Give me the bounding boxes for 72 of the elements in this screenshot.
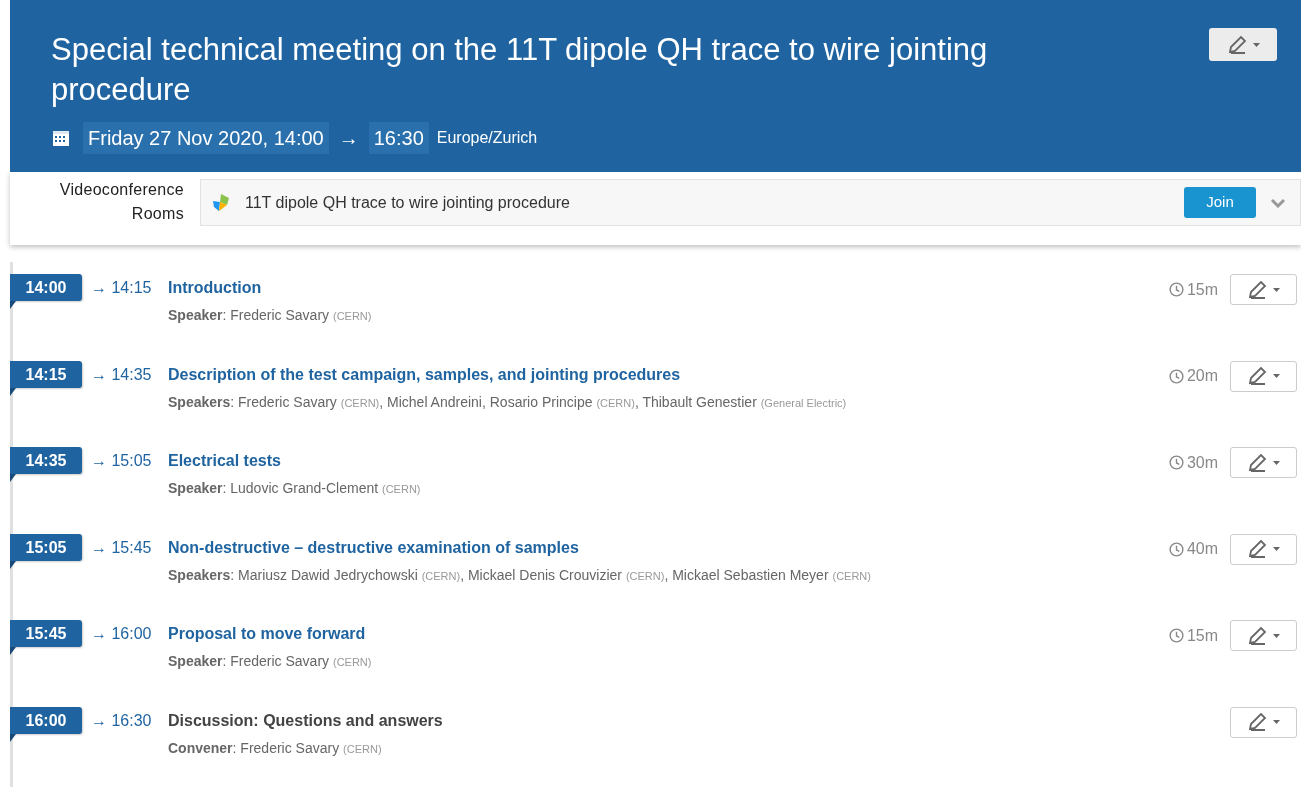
caret-icon [1273,374,1280,378]
start-time: 15:45 [10,620,82,647]
calendar-icon [51,128,71,148]
event-title: Special technical meeting on the 11T dipole QH trace to wire jointing procedure [51,31,989,109]
pencil-icon [1247,625,1269,646]
clock-icon [1168,541,1184,557]
clock-icon [1168,455,1184,470]
start-time: 14:15 [10,360,82,388]
duration-text: 15m [1186,279,1218,300]
speaker-line: Speaker: Frederic Savary (CERN) [168,652,373,671]
ribbon-tail-icon [10,474,16,482]
caret-icon [1273,720,1280,724]
end-time: → 15:05 [90,451,153,471]
clock-icon [1168,368,1184,384]
caret-icon [1252,42,1260,47]
ribbon-tail-icon [10,387,16,396]
duration-text: 15m [1186,625,1218,646]
pencil-icon [1226,34,1249,55]
duration-text: 40m [1186,539,1218,559]
edit-menu-button[interactable] [1230,533,1297,565]
caret-icon [1273,633,1280,638]
start-time: 16:00 [10,706,82,734]
pencil-icon [1247,279,1269,300]
pencil-icon [1247,452,1269,473]
end-time: 16:30 [368,122,429,154]
contribution-title-link[interactable]: Electrical tests [168,447,1169,474]
speaker-line: Speakers: Frederic Savary (CERN), Michel Andreini, Rosario Principe (CERN), Thibault Genestier (General Electric) [168,392,848,412]
start-time: 14:35 [10,447,82,474]
end-time: → 14:15 [90,278,153,298]
ribbon-tail-icon [10,733,16,742]
room-name: 11T dipole QH trace to wire jointing procedure [245,192,570,213]
pencil-icon [1247,539,1269,559]
chevron-down-icon[interactable] [1270,197,1286,208]
edit-menu-button[interactable] [1230,620,1297,651]
caret-icon [1273,460,1280,465]
end-time: → 15:45 [90,537,153,558]
ribbon-tail-icon [10,647,16,655]
contribution-title-link[interactable]: Proposal to move forward [168,620,1169,647]
edit-menu-button[interactable] [1230,447,1297,478]
duration-text: 20m [1186,366,1218,386]
speaker-line: Speaker: Frederic Savary (CERN) [168,306,373,325]
clock-icon [1168,628,1184,643]
pencil-icon [1247,366,1269,386]
edit-menu-button[interactable] [1230,706,1297,738]
end-time: → 16:00 [90,624,153,644]
timezone: Europe/Zurich [436,128,538,148]
videoconference-label: Videoconference Rooms [58,180,184,224]
session-title: Discussion: Questions and answers [168,710,444,731]
caret-icon [1273,547,1280,551]
room-logo-icon [211,192,231,213]
speaker-line: Speaker: Ludovic Grand-Clement (CERN) [168,479,422,498]
start-time: 14:00 [10,274,82,301]
contribution-title-link[interactable]: Introduction [168,274,1169,301]
start-time: 15:05 [10,533,82,561]
edit-menu-button[interactable] [1209,28,1277,61]
contribution-title-link[interactable]: Non-destructive – destructive examination of samples [168,533,1169,561]
pencil-icon [1247,712,1269,732]
clock-icon [1168,282,1184,297]
contribution-title-link[interactable]: Description of the test campaign, samples, and jointing procedures [168,360,1169,388]
end-time: → 14:35 [90,364,153,385]
ribbon-tail-icon [10,301,16,309]
start-date: Friday 27 Nov 2020, 14:00 [83,122,329,154]
speaker-line: Speakers: Mariusz Dawid Jedrychowski (CERN), Mickael Denis Crouvizier (CERN), Mickael Sebastien Meyer (CERN) [168,565,872,585]
speaker-line: Convener: Frederic Savary (CERN) [168,738,383,758]
edit-menu-button[interactable] [1230,274,1297,305]
end-time: → 16:30 [90,710,153,731]
caret-icon [1273,287,1280,292]
edit-menu-button[interactable] [1230,360,1297,392]
arrow-text: → [337,126,360,151]
join-button[interactable]: Join [1184,187,1256,218]
ribbon-tail-icon [10,560,16,569]
duration-text: 30m [1186,452,1218,473]
